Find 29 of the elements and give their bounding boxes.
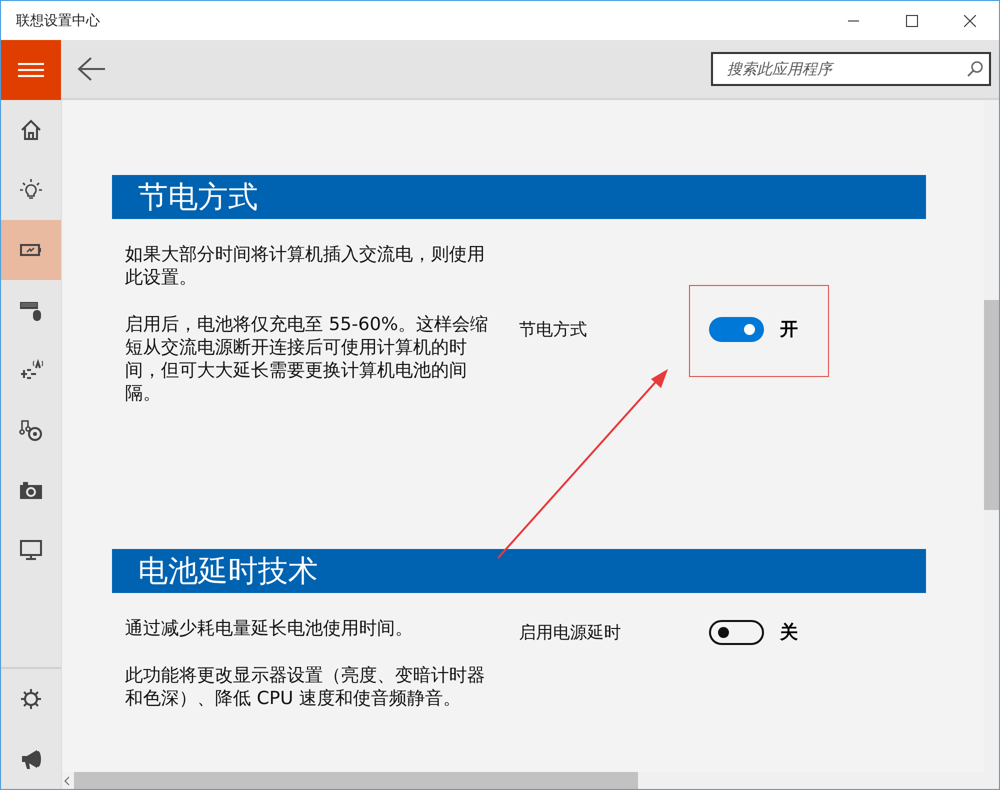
- description-text: 如果大部分时间将计算机插入交流电，则使用此设置。: [125, 243, 486, 289]
- toggle-switch[interactable]: [709, 620, 764, 644]
- music-film-icon: [19, 418, 43, 442]
- sidebar-item[interactable]: [1, 220, 61, 280]
- description-text: 此功能将更改显示器设置（亮度、变暗计时器和色深）、降低 CPU 速度和使音频静音。: [125, 664, 486, 710]
- description-text: 通过减少耗电量延长电池使用时间。: [125, 617, 414, 640]
- search-icon: [967, 61, 983, 77]
- settings-icon: [19, 687, 43, 711]
- search-field[interactable]: 搜索此应用程序: [711, 52, 991, 86]
- section-title: 电池延时技术: [137, 552, 318, 590]
- menu-icon: [18, 62, 44, 78]
- setting-label: 节电方式: [519, 318, 588, 340]
- window-title: 联想设置中心: [15, 12, 101, 30]
- toggle-state: 关: [780, 621, 798, 644]
- toggle-state: 开: [780, 318, 798, 341]
- section-title: 节电方式: [137, 178, 258, 216]
- monitor-icon: [19, 538, 43, 562]
- menu-button[interactable]: [1, 40, 61, 100]
- network-icon: [19, 358, 43, 382]
- back-arrow-icon: [77, 57, 105, 81]
- home-icon: [19, 118, 43, 142]
- megaphone-icon: [19, 747, 43, 771]
- toggle-switch[interactable]: [709, 316, 764, 342]
- description-text: 启用后，电池将仅充电至 55-60%。这样会缩短从交流电源断开连接后可使用计算机的时间，但可大大延长需要更换计算机电池的间隔。: [125, 313, 490, 405]
- scroll-left-icon: [62, 776, 72, 786]
- maximize-icon: [906, 14, 918, 26]
- setting-label: 启用电源延时: [519, 622, 622, 644]
- lightbulb-icon: [19, 178, 43, 202]
- close-icon: [964, 14, 976, 26]
